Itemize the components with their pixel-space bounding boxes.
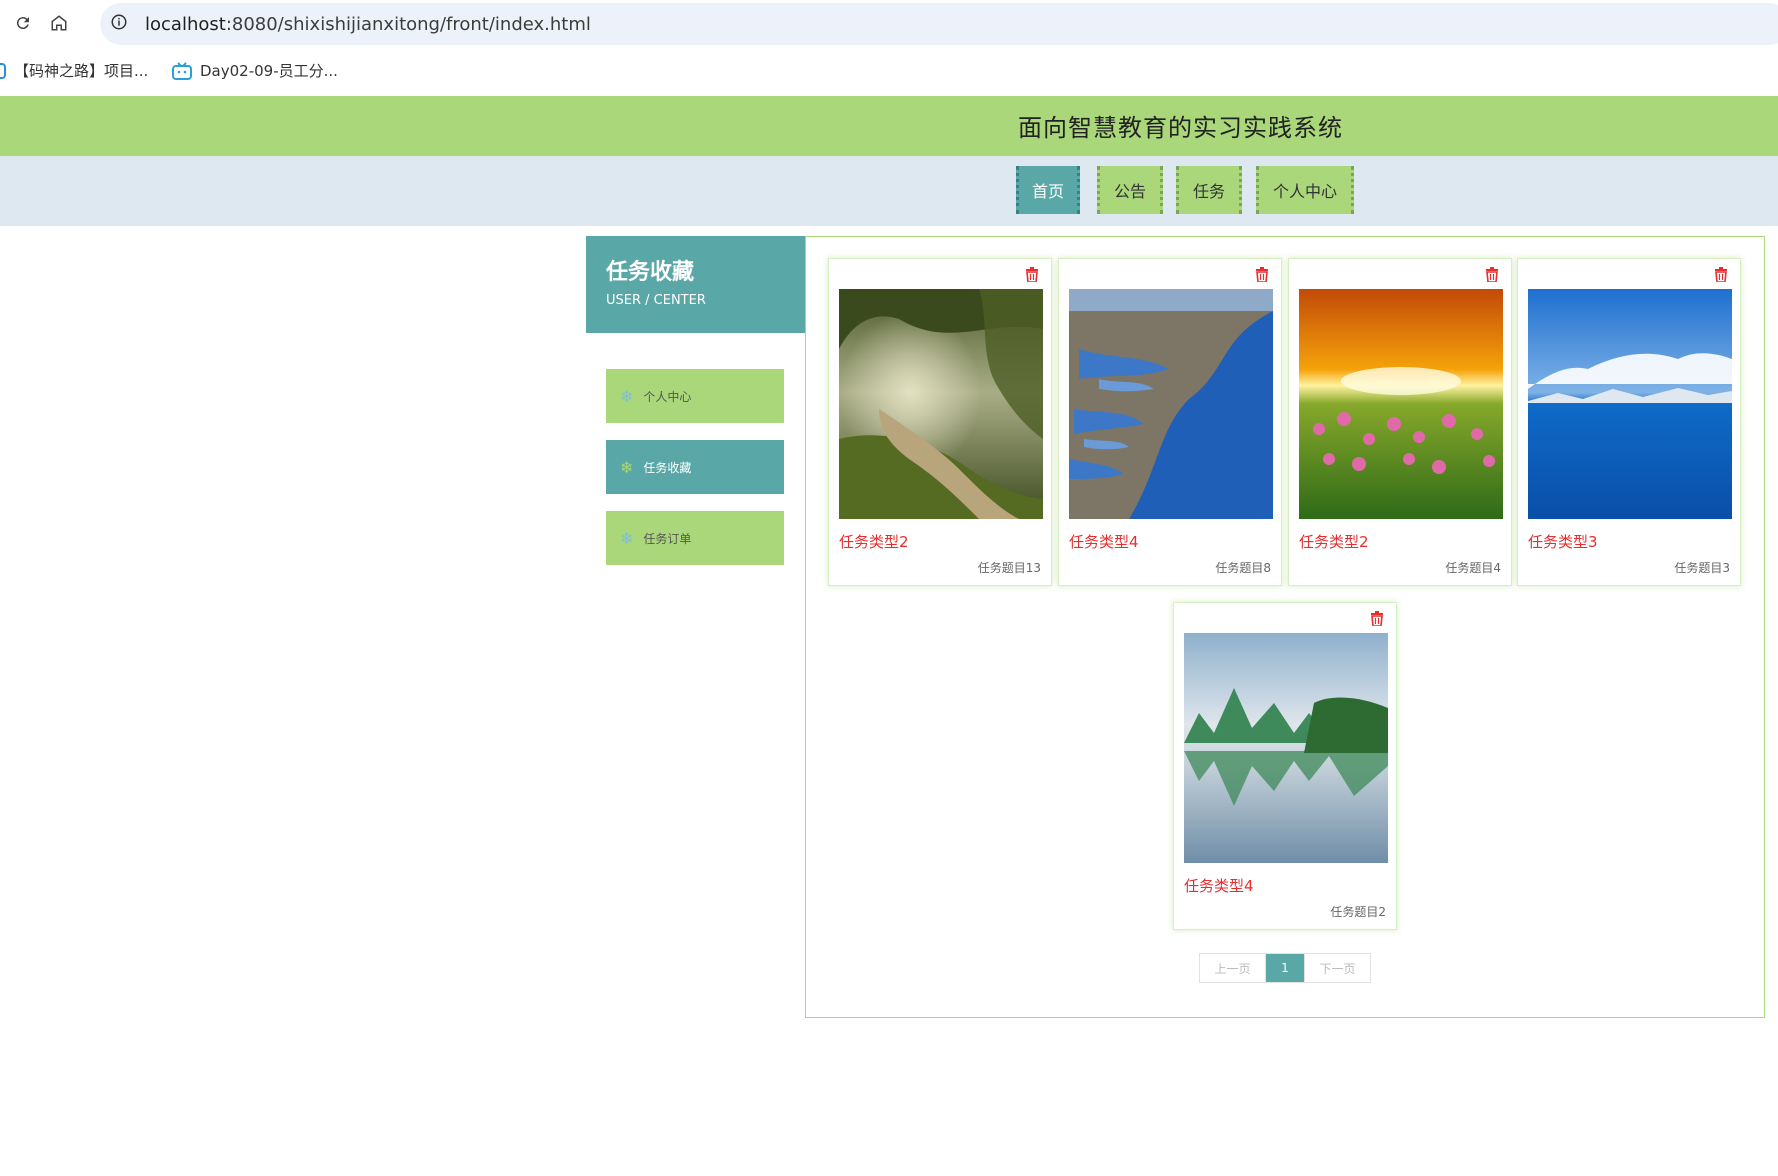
nav-user-center[interactable]: 个人中心 bbox=[1256, 166, 1354, 214]
sidebar-header: 任务收藏 USER / CENTER bbox=[586, 236, 806, 333]
coastline-aerial-image bbox=[1069, 289, 1273, 519]
reload-icon[interactable] bbox=[10, 10, 36, 36]
trash-icon[interactable] bbox=[1485, 267, 1499, 286]
home-icon[interactable] bbox=[46, 10, 72, 36]
sidebar-title: 任务收藏 bbox=[606, 260, 695, 285]
task-type: 任务类型4 bbox=[1184, 877, 1254, 895]
snowflake-icon: ❄ bbox=[620, 528, 634, 548]
snowflake-icon: ❄ bbox=[620, 457, 634, 477]
trash-icon[interactable] bbox=[1025, 267, 1039, 286]
task-card[interactable]: 任务类型2 任务题目13 bbox=[828, 258, 1052, 586]
task-topic: 任务题目8 bbox=[1215, 561, 1271, 575]
trash-icon[interactable] bbox=[1714, 267, 1728, 286]
nav-tasks[interactable]: 任务 bbox=[1176, 166, 1242, 214]
task-card[interactable]: 任务类型4 任务题目2 bbox=[1173, 602, 1397, 930]
sidebar-item-favorites[interactable]: ❄ 任务收藏 bbox=[606, 440, 784, 494]
trash-icon[interactable] bbox=[1370, 611, 1384, 630]
task-topic: 任务题目3 bbox=[1674, 561, 1730, 575]
sidebar-item-orders[interactable]: ❄ 任务订单 bbox=[606, 511, 784, 565]
site-title: 面向智慧教育的实习实践系统 bbox=[1018, 114, 1343, 142]
task-card[interactable]: 任务类型3 任务题目3 bbox=[1517, 258, 1741, 586]
bookmark-item[interactable]: Day02-09-员工分... bbox=[172, 60, 338, 81]
karst-reflection-image bbox=[1184, 633, 1388, 863]
lake-mountains-image bbox=[1528, 289, 1732, 519]
sidebar-item-label: 任务收藏 bbox=[643, 460, 692, 475]
page-number-button[interactable]: 1 bbox=[1266, 954, 1304, 982]
task-type: 任务类型2 bbox=[1299, 533, 1369, 551]
snowflake-icon: ❄ bbox=[620, 386, 634, 406]
site-info-icon[interactable] bbox=[110, 13, 128, 35]
bookmarks-bar: 【码神之路】项目... Day02-09-员工分... bbox=[0, 52, 1778, 92]
sidebar-item-user-center[interactable]: ❄ 个人中心 bbox=[606, 369, 784, 423]
bookmark-label: 【码神之路】项目... bbox=[14, 62, 149, 80]
bookmark-item[interactable]: 【码神之路】项目... bbox=[0, 60, 148, 81]
sidebar-subtitle: USER / CENTER bbox=[606, 293, 706, 308]
sidebar-item-label: 任务订单 bbox=[643, 531, 692, 546]
sidebar-item-label: 个人中心 bbox=[643, 389, 692, 404]
task-type: 任务类型3 bbox=[1528, 533, 1598, 551]
next-page-button[interactable]: 下一页 bbox=[1304, 954, 1370, 982]
pagination: 上一页 1 下一页 bbox=[1199, 953, 1371, 983]
forest-path-image bbox=[839, 289, 1043, 519]
task-card[interactable]: 任务类型2 任务题目4 bbox=[1288, 258, 1512, 586]
task-type: 任务类型2 bbox=[839, 533, 909, 551]
trash-icon[interactable] bbox=[1255, 267, 1269, 286]
task-topic: 任务题目4 bbox=[1445, 561, 1501, 575]
task-topic: 任务题目2 bbox=[1330, 905, 1386, 919]
site-header: 面向智慧教育的实习实践系统 bbox=[0, 96, 1778, 156]
bookmark-icon bbox=[0, 62, 6, 79]
url-path: :8080/shixishijianxitong/front/index.htm… bbox=[225, 13, 591, 35]
bilibili-icon bbox=[172, 61, 192, 80]
browser-toolbar: localhost:8080/shixishijianxitong/front/… bbox=[0, 0, 1778, 45]
task-type: 任务类型4 bbox=[1069, 533, 1139, 551]
bookmark-label: Day02-09-员工分... bbox=[200, 62, 338, 80]
sunset-flowers-image bbox=[1299, 289, 1503, 519]
nav-home[interactable]: 首页 bbox=[1016, 166, 1080, 214]
main-nav: 首页 公告 任务 个人中心 bbox=[0, 156, 1778, 226]
prev-page-button[interactable]: 上一页 bbox=[1200, 954, 1266, 982]
task-card[interactable]: 任务类型4 任务题目8 bbox=[1058, 258, 1282, 586]
nav-notice[interactable]: 公告 bbox=[1097, 166, 1163, 214]
url-input[interactable]: localhost:8080/shixishijianxitong/front/… bbox=[100, 3, 1778, 45]
task-topic: 任务题目13 bbox=[977, 561, 1041, 575]
url-host: localhost bbox=[145, 13, 226, 35]
